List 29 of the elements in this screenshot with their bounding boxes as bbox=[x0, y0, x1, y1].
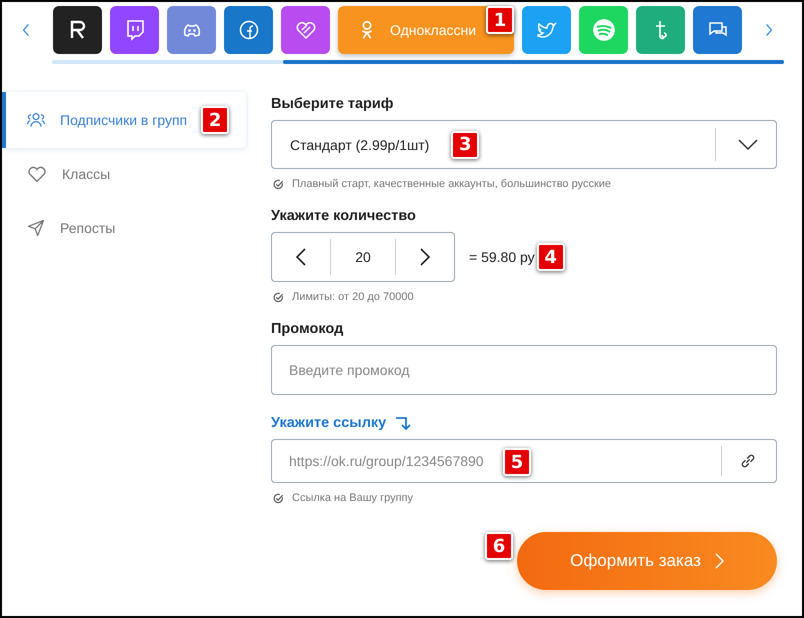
platform-icon-tab[interactable] bbox=[53, 6, 102, 54]
total-price: = 59.80 ру bbox=[469, 249, 535, 265]
field-label: Выберите тариф bbox=[271, 96, 394, 112]
callout-badge: 2 bbox=[201, 106, 230, 134]
hint-text: Ссылка на Вашу группу bbox=[292, 492, 413, 504]
check-icon bbox=[273, 178, 284, 190]
tariff-dropdown[interactable]: Стандарт (2.99р/1шт) 3 bbox=[271, 120, 777, 169]
check-icon bbox=[273, 492, 284, 504]
paper-plane-icon bbox=[26, 218, 46, 238]
sidebar-item[interactable]: Классы bbox=[2, 146, 246, 202]
callout-badge: 1 bbox=[486, 6, 514, 34]
hint-text: Плавный старт, качественные аккаунты, большинство русские bbox=[292, 178, 612, 190]
sidebar-item[interactable]: Подписчики в групп 2 bbox=[2, 92, 246, 148]
callout-badge: 6 bbox=[485, 532, 513, 560]
sidebar-item[interactable]: Репосты bbox=[2, 200, 246, 256]
check-icon bbox=[273, 292, 284, 302]
scroll-bar[interactable] bbox=[52, 60, 784, 64]
chevron-down-icon bbox=[738, 138, 758, 150]
order-button[interactable]: Оформить заказ bbox=[517, 532, 777, 590]
field-label: Укажите количество bbox=[271, 208, 417, 224]
field-label: Промокод bbox=[271, 321, 344, 337]
hint-text: Лимиты: от 20 до 70000 bbox=[292, 291, 414, 303]
field-label: Укажите ссылку bbox=[271, 415, 386, 431]
callout-badge: 4 bbox=[536, 243, 565, 271]
sound-waves-icon bbox=[590, 17, 616, 43]
callout-badge: 3 bbox=[451, 130, 480, 158]
platform-tab[interactable]: Одноклассни 1 bbox=[338, 6, 514, 54]
chevron-right-icon bbox=[714, 553, 724, 569]
promo-code-field[interactable]: Введите промокод bbox=[271, 345, 777, 395]
